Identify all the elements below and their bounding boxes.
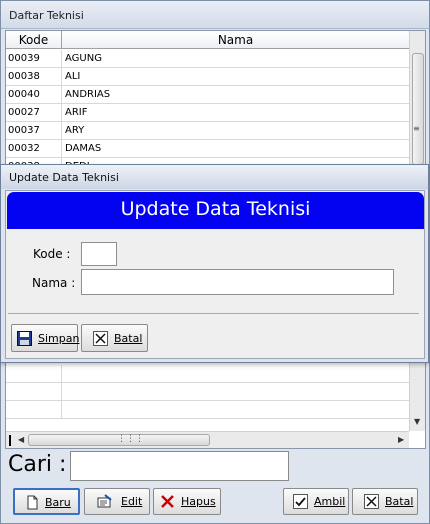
batal-list-label: Batal — [385, 495, 414, 508]
scroll-down-arrow-icon[interactable]: ▼ — [414, 417, 420, 426]
baru-label: Baru — [45, 496, 71, 509]
column-header-kode[interactable]: Kode — [6, 31, 62, 49]
cell-nama: AGUNG — [65, 53, 102, 64]
table-row[interactable]: 00039 AGUNG — [6, 50, 409, 68]
grid-header: Kode Nama — [6, 31, 409, 49]
row-marker — [9, 435, 11, 446]
hapus-button[interactable]: Hapus — [153, 488, 221, 515]
cancel-icon — [364, 494, 379, 509]
dialog-banner: Update Data Teknisi — [7, 192, 424, 229]
edit-icon — [97, 494, 112, 508]
nama-label: Nama : — [32, 276, 76, 290]
cell-kode — [6, 401, 62, 419]
save-icon — [17, 331, 32, 346]
edit-label: Edit — [121, 495, 143, 508]
grip-icon: ≡ — [413, 124, 420, 133]
simpan-button[interactable]: Simpan — [11, 324, 80, 352]
dialog-title: Update Data Teknisi — [9, 171, 119, 184]
grip-icon: ⋮⋮⋮ — [117, 434, 144, 444]
window-title: Daftar Teknisi — [9, 9, 84, 22]
cell-kode: 00032 — [6, 140, 62, 158]
cell-kode: 00037 — [6, 122, 62, 140]
ambil-button[interactable]: Ambil — [283, 488, 349, 515]
cell-kode: 00027 — [6, 104, 62, 122]
cell-nama: ARIF — [65, 107, 88, 118]
vertical-scroll-thumb[interactable] — [412, 53, 424, 165]
batal-dialog-label: Batal — [114, 332, 143, 345]
new-document-icon — [27, 495, 38, 510]
column-header-nama[interactable]: Nama — [62, 31, 409, 49]
search-input[interactable] — [70, 451, 289, 481]
table-row[interactable]: 00027 ARIF — [6, 104, 409, 122]
cell-nama — [62, 383, 409, 401]
search-label: Cari : — [8, 452, 67, 477]
cell-kode — [6, 383, 62, 401]
cell-kode: 00039 — [6, 50, 62, 68]
batal-dialog-button[interactable]: Batal — [81, 324, 148, 352]
delete-x-icon — [161, 495, 174, 508]
scroll-left-arrow-icon[interactable]: ◀ — [18, 435, 24, 444]
cell-nama: ANDRIAS — [65, 89, 111, 100]
ambil-label: Ambil — [314, 495, 346, 508]
horizontal-scroll-thumb[interactable]: ⋮⋮⋮ — [28, 434, 210, 446]
table-row[interactable]: 00037 ARY — [6, 122, 409, 140]
simpan-label: Simpan — [38, 332, 80, 345]
baru-button[interactable]: Baru — [13, 488, 80, 515]
cell-nama — [62, 401, 409, 419]
kode-label: Kode : — [33, 247, 71, 261]
table-row[interactable]: 00040 ANDRIAS — [6, 86, 409, 104]
divider — [8, 313, 419, 314]
cell-nama — [62, 365, 409, 383]
batal-list-button[interactable]: Batal — [352, 488, 418, 515]
cell-nama: DAMAS — [65, 143, 102, 154]
cell-kode: 00040 — [6, 86, 62, 104]
cell-kode: 00038 — [6, 68, 62, 86]
scroll-right-arrow-icon[interactable]: ▶ — [398, 435, 404, 444]
hapus-label: Hapus — [181, 495, 216, 508]
empty-row[interactable] — [6, 383, 409, 401]
edit-button[interactable]: Edit — [84, 488, 150, 515]
nama-field[interactable] — [81, 269, 394, 295]
table-row[interactable]: 00032 DAMAS — [6, 140, 409, 158]
table-row[interactable]: 00038 ALI — [6, 68, 409, 86]
dialog-header: Update Data Teknisi — [120, 198, 311, 220]
checkmark-icon — [293, 494, 308, 509]
cell-nama: ARY — [65, 125, 85, 136]
cell-kode — [6, 365, 62, 383]
cancel-icon — [93, 331, 108, 346]
kode-field[interactable] — [81, 242, 117, 266]
cell-nama: ALI — [65, 71, 81, 82]
horizontal-scrollbar[interactable]: ◀ ⋮⋮⋮ ▶ — [6, 431, 409, 448]
daftar-teknisi-titlebar[interactable]: Daftar Teknisi — [1, 1, 429, 29]
empty-row[interactable] — [6, 365, 409, 383]
empty-row[interactable] — [6, 401, 409, 419]
dialog-titlebar[interactable]: Update Data Teknisi — [1, 165, 428, 189]
